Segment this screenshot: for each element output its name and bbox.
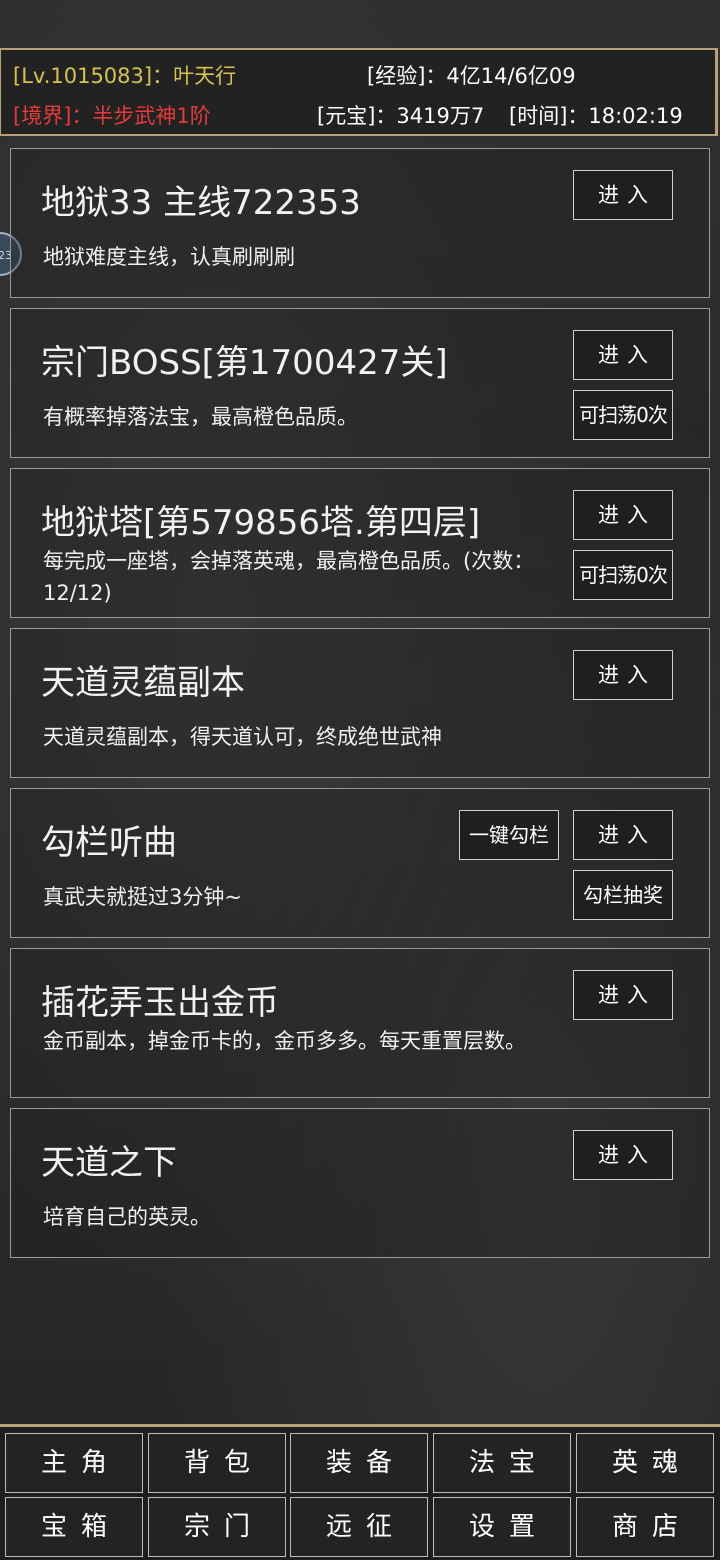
sweep-button[interactable]: 可扫荡0次 — [573, 390, 673, 440]
lottery-button[interactable]: 勾栏抽奖 — [573, 870, 673, 920]
enter-button[interactable]: 进入 — [573, 1130, 673, 1180]
nav-chest-button[interactable]: 宝箱 — [5, 1497, 143, 1557]
experience-value: [经验]：4亿14/6亿09 — [367, 64, 576, 88]
card-title: 天道灵蕴副本 — [41, 663, 245, 703]
card-title: 地狱33 主线722353 — [41, 183, 361, 223]
card-description: 培育自己的英灵。 — [43, 1205, 211, 1229]
dungeon-card-heaven-dao: 天道灵蕴副本 天道灵蕴副本，得天道认可，终成绝世武神 进入 — [10, 628, 710, 778]
gold-value: [元宝]：3419万7 — [317, 104, 485, 128]
nav-settings-button[interactable]: 设置 — [433, 1497, 571, 1557]
enter-button[interactable]: 进入 — [573, 810, 673, 860]
card-description: 金币副本，掉金币卡的，金币多多。每天重置层数。 — [43, 1029, 526, 1053]
dungeon-card-hell-tower: 地狱塔[第579856塔.第四层] 每完成一座塔，会掉落英魂，最高橙色品质。(次… — [10, 468, 710, 618]
one-key-button[interactable]: 一键勾栏 — [459, 810, 559, 860]
player-level: [Lv.1015083]：叶天行 — [13, 64, 237, 88]
enter-button[interactable]: 进入 — [573, 330, 673, 380]
card-title: 地狱塔[第579856塔.第四层] — [41, 503, 481, 543]
nav-sect-button[interactable]: 宗门 — [148, 1497, 286, 1557]
card-title: 勾栏听曲 — [41, 823, 177, 863]
card-title: 宗门BOSS[第1700427关] — [41, 343, 448, 383]
nav-soul-button[interactable]: 英魂 — [576, 1433, 714, 1493]
sweep-button[interactable]: 可扫荡0次 — [573, 550, 673, 600]
dungeon-card-under-heaven: 天道之下 培育自己的英灵。 进入 — [10, 1108, 710, 1258]
enter-button[interactable]: 进入 — [573, 970, 673, 1020]
dungeon-card-music-hall: 勾栏听曲 真武夫就挺过3分钟~ 一键勾栏 进入 勾栏抽奖 — [10, 788, 710, 938]
dungeon-card-sect-boss: 宗门BOSS[第1700427关] 有概率掉落法宝，最高橙色品质。 进入 可扫荡… — [10, 308, 710, 458]
nav-shop-button[interactable]: 商店 — [576, 1497, 714, 1557]
card-description: 地狱难度主线，认真刷刷刷 — [43, 245, 295, 269]
time-value: [时间]：18:02:19 — [509, 104, 683, 128]
dungeon-card-main-line: 地狱33 主线722353 地狱难度主线，认真刷刷刷 进入 — [10, 148, 710, 298]
nav-hero-button[interactable]: 主角 — [5, 1433, 143, 1493]
enter-button[interactable]: 进入 — [573, 170, 673, 220]
dungeon-card-gold-coin: 插花弄玉出金币 金币副本，掉金币卡的，金币多多。每天重置层数。 进入 — [10, 948, 710, 1098]
card-title: 插花弄玉出金币 — [41, 983, 279, 1023]
dungeon-list: 地狱33 主线722353 地狱难度主线，认真刷刷刷 进入 宗门BOSS[第17… — [10, 148, 710, 1268]
status-panel: [Lv.1015083]：叶天行 [经验]：4亿14/6亿09 [境界]：半步武… — [0, 48, 718, 136]
nav-equipment-button[interactable]: 装备 — [290, 1433, 428, 1493]
card-description: 真武夫就挺过3分钟~ — [43, 885, 242, 909]
nav-expedition-button[interactable]: 远征 — [290, 1497, 428, 1557]
card-description: 每完成一座塔，会掉落英魂，最高橙色品质。(次数：12/12) — [43, 549, 535, 605]
nav-bag-button[interactable]: 背包 — [148, 1433, 286, 1493]
nav-treasure-button[interactable]: 法宝 — [433, 1433, 571, 1493]
card-description: 天道灵蕴副本，得天道认可，终成绝世武神 — [43, 725, 442, 749]
bottom-nav: 主角 背包 装备 法宝 英魂 宝箱 宗门 远征 设置 商店 — [0, 1424, 720, 1560]
enter-button[interactable]: 进入 — [573, 490, 673, 540]
enter-button[interactable]: 进入 — [573, 650, 673, 700]
card-description: 有概率掉落法宝，最高橙色品质。 — [43, 405, 358, 429]
card-title: 天道之下 — [41, 1143, 177, 1183]
realm-value: [境界]：半步武神1阶 — [13, 104, 211, 128]
